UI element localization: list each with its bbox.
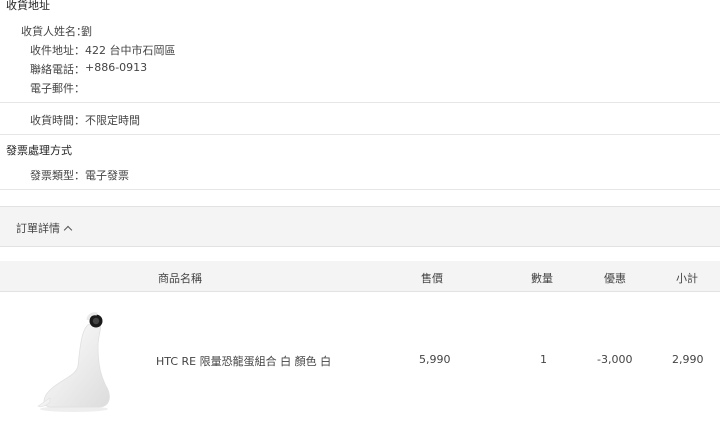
product-image[interactable] (30, 306, 115, 414)
product-discount: -3,000 (597, 353, 633, 366)
delivery-time-value: 不限定時間 (85, 114, 140, 127)
address-label: 收件地址： (30, 44, 85, 57)
divider (0, 189, 720, 190)
delivery-time-label: 收貨時間： (30, 114, 85, 127)
recipient-row: 收貨人姓名： 劉 (21, 23, 92, 39)
product-price: 5,990 (419, 353, 451, 366)
recipient-label: 收貨人姓名： (21, 25, 87, 38)
table-row: HTC RE 限量恐龍蛋組合 白 顏色 白 5,990 1 -3,000 2,9… (0, 292, 720, 441)
product-subtotal: 2,990 (672, 353, 704, 366)
phone-value: +886-0913 (85, 61, 148, 74)
address-value: 422 台中市石岡區 (85, 44, 176, 57)
address-row: 收件地址： 422 台中市石岡區 (25, 42, 176, 58)
delivery-time-row: 收貨時間： 不限定時間 (25, 112, 140, 128)
divider (0, 102, 720, 103)
header-price: 售價 (421, 272, 443, 285)
invoice-type-label: 發票類型： (30, 169, 85, 182)
order-details-toggle[interactable]: 訂單詳情 (16, 220, 73, 236)
product-quantity: 1 (540, 353, 547, 366)
invoice-type-row: 發票類型： 電子發票 (25, 167, 129, 183)
invoice-section-title: 發票處理方式 (6, 144, 72, 157)
order-details-label: 訂單詳情 (16, 222, 60, 235)
phone-label: 聯絡電話： (30, 63, 85, 76)
invoice-type-value: 電子發票 (85, 169, 129, 182)
order-table-header: 商品名稱 售價 數量 優惠 小計 (0, 261, 720, 292)
product-name[interactable]: HTC RE 限量恐龍蛋組合 白 顏色 白 (156, 353, 331, 369)
shipping-section-title: 收貨地址 (6, 0, 50, 12)
header-quantity: 數量 (531, 272, 553, 285)
header-discount: 優惠 (604, 272, 626, 285)
header-product-name: 商品名稱 (158, 272, 202, 285)
divider (0, 134, 720, 135)
order-details-bar: 訂單詳情 (0, 206, 720, 247)
email-row: 電子郵件： (25, 80, 85, 96)
recipient-value: 劉 (81, 25, 92, 38)
header-subtotal: 小計 (676, 272, 698, 285)
chevron-up-icon (63, 225, 73, 234)
email-label: 電子郵件： (30, 82, 85, 95)
phone-row: 聯絡電話： +886-0913 (25, 61, 147, 77)
